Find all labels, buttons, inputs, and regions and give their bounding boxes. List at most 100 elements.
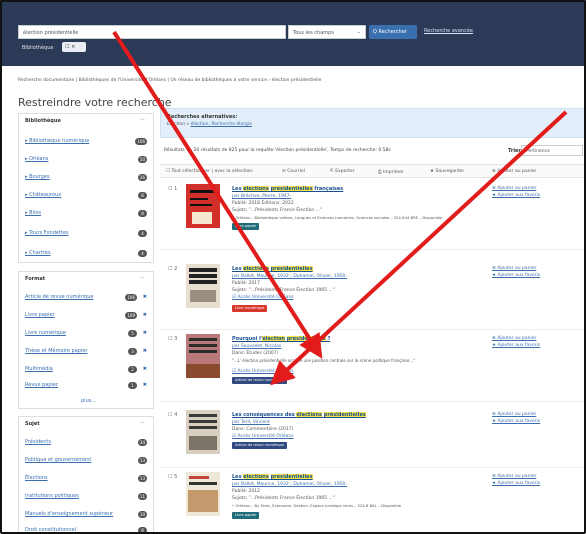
facet-count: 11 [137, 493, 147, 500]
facet-count: 109 [125, 312, 137, 319]
book-cover-image[interactable] [186, 472, 220, 516]
collapse-icon[interactable]: — [140, 275, 145, 281]
add-to-favorites-link[interactable]: ★ Ajouter aux favoris [492, 273, 540, 278]
result-title-link[interactable]: Les conséquences des élections président… [232, 412, 366, 418]
facet-item[interactable]: Multimédia [25, 366, 53, 372]
sidebar-title: Restreindre votre recherche [18, 96, 172, 109]
alternative-searches-title: Recherches alternatives: [167, 114, 238, 120]
facet-count: 8 [138, 192, 147, 199]
select-all-checkbox[interactable]: ☐ Tout sélectionner | avec la sélection: [166, 169, 254, 174]
facet-bibliotheque: Bibliothèque — ▸ Bibliothèque numérique … [18, 113, 154, 263]
facet-item[interactable]: Manuels d'enseignement supérieur [25, 511, 113, 517]
facet-item[interactable]: Politique et gouvernement [25, 457, 91, 463]
result-title-link[interactable]: Les élections présidentielles [232, 266, 313, 272]
add-to-favorites-link[interactable]: ★ Ajouter aux favoris [492, 419, 540, 424]
result-published: Publié: 2017 [232, 281, 261, 286]
add-to-cart-link[interactable]: ⊕ Ajouter au panier [492, 412, 536, 417]
add-to-cart-link[interactable]: ⊕ Ajouter au panier [492, 266, 536, 271]
add-to-favorites-link[interactable]: ★ Ajouter aux favoris [492, 343, 540, 348]
add-to-cart-button[interactable]: ⊕ Ajouter au panier [492, 169, 536, 174]
facet-item[interactable]: Droit constitutionnel [25, 527, 76, 533]
result-checkbox[interactable]: ☐ 3 [168, 336, 177, 342]
add-to-cart-link[interactable]: ⊕ Ajouter au panier [492, 474, 536, 479]
book-cover-image[interactable] [186, 410, 220, 454]
sort-select[interactable]: Pertinence [521, 145, 583, 156]
book-cover-image[interactable] [186, 334, 220, 378]
facet-item[interactable]: Élections [25, 475, 48, 481]
alternative-prefix: Election » [167, 122, 190, 127]
facet-format: Format — Article de revue numérique 106 … [18, 271, 154, 409]
facet-item[interactable]: ▸ Chartres [25, 250, 50, 256]
collapse-icon[interactable]: — [140, 117, 145, 123]
facet-header[interactable]: Format — [19, 272, 153, 286]
alternative-search-link[interactable]: élection, Recherche élargie [191, 122, 252, 127]
book-cover-image[interactable] [186, 184, 220, 228]
facet-item[interactable]: Livre papier [25, 312, 55, 318]
breadcrumb: Recherche documentaire | Bibliothèques d… [18, 78, 322, 83]
filter-chip[interactable]: ☐ × [62, 42, 86, 52]
result-author-link[interactable]: par Teril, Vincent [232, 420, 270, 425]
email-button[interactable]: ✉ Courriel [282, 169, 305, 174]
facet-item[interactable]: ▸ Tours Fondettes [25, 230, 69, 236]
result-author-link[interactable]: par Ballot, Maurice, 1932-; Duhamel, Oli… [232, 482, 347, 487]
result-author-link[interactable]: par Ballot, Maurice, 1932-; Duhamel, Oli… [232, 274, 347, 279]
search-input[interactable]: élection présidentielle [18, 25, 286, 39]
export-button[interactable]: ⇱ Exporter [330, 169, 355, 174]
add-to-cart-link[interactable]: ⊕ Ajouter au panier [492, 336, 536, 341]
result-checkbox[interactable]: ☐ 5 [168, 474, 177, 480]
more-link[interactable]: plus... [81, 398, 96, 404]
access-link[interactable]: ☑ Accès Université Orléans [232, 434, 294, 439]
add-to-favorites-link[interactable]: ★ Ajouter aux favoris [492, 193, 540, 198]
facet-count: 106 [135, 138, 147, 145]
facet-count: 2 [128, 366, 137, 373]
advanced-search-link[interactable]: Recherche avancée [424, 28, 473, 34]
result-published: Publié: 2018 Éditions: 2022 [232, 201, 294, 206]
exclude-icon[interactable]: ✖ [143, 366, 147, 372]
add-to-cart-link[interactable]: ⊕ Ajouter au panier [492, 186, 536, 191]
result-title-link[interactable]: Les élections présidentielles [232, 474, 313, 480]
facet-item[interactable]: Livre numérique [25, 330, 66, 336]
exclude-icon[interactable]: ✖ [143, 348, 147, 354]
book-cover-image[interactable] [186, 264, 220, 308]
result-author-link[interactable]: par Sauvadet, Nicolas [232, 344, 281, 349]
exclude-icon[interactable]: ✖ [143, 382, 147, 388]
facet-item[interactable]: Article de revue numérique [25, 294, 93, 300]
facet-item[interactable]: Revue papier [25, 382, 58, 388]
add-to-favorites-link[interactable]: ★ Ajouter aux favoris [492, 481, 540, 486]
access-link[interactable]: ☑ Accès Université Orléans [232, 295, 294, 300]
print-button[interactable]: ⎙ Imprimer [378, 169, 404, 175]
result-item: ☐ 1 Les élections présidentielles frança… [160, 182, 586, 250]
facet-item[interactable]: Institutions politiques [25, 493, 79, 499]
result-checkbox[interactable]: ☐ 2 [168, 266, 177, 272]
search-scope-select[interactable]: Tous les champs ⌄ [288, 25, 366, 39]
facet-header[interactable]: Sujet — [19, 417, 153, 431]
facet-item[interactable]: ▸ Châteauroux [25, 192, 61, 198]
facet-count: 26 [137, 174, 147, 181]
facet-count: 4 [138, 230, 147, 237]
result-checkbox[interactable]: ☐ 4 [168, 412, 177, 418]
result-title-link[interactable]: Pourquoi l'élection présidentielle ? [232, 336, 330, 342]
save-button[interactable]: ★ Sauvegarder [430, 169, 464, 174]
top-search-bar: élection présidentielle Tous les champs … [0, 0, 586, 66]
format-badge: Article de revue numérique [232, 377, 288, 384]
results-summary: Résultats 1 - 20 résultats de 825 pour l… [164, 148, 391, 153]
access-link[interactable]: ☑ Accès Université Orléans [232, 369, 294, 374]
facet-sujet: Sujet — Présidents 34 Politique et gouve… [18, 416, 154, 534]
alternative-searches-line: Election » élection, Recherche élargie [167, 122, 579, 127]
result-title-link[interactable]: Les élections présidentielles françaises [232, 186, 343, 192]
exclude-icon[interactable]: ✖ [143, 312, 147, 318]
facet-item[interactable]: ▸ Orléans [25, 156, 48, 162]
facet-item[interactable]: Thèse et Mémoire papier [25, 348, 87, 354]
facet-item[interactable]: ▸ Bourges [25, 174, 50, 180]
exclude-icon[interactable]: ✖ [143, 330, 147, 336]
facet-item[interactable]: Présidents [25, 439, 51, 445]
exclude-icon[interactable]: ✖ [143, 294, 147, 300]
filter-label: Bibliothèque [22, 45, 54, 51]
facet-header[interactable]: Bibliothèque — [19, 114, 153, 128]
facet-item[interactable]: ▸ Bibliothèque numérique [25, 138, 89, 144]
collapse-icon[interactable]: — [140, 420, 145, 426]
search-button[interactable]: Q Rechercher [369, 25, 417, 39]
result-author-link[interactable]: par Bréchon, Pierre, 1947- [232, 194, 291, 199]
result-checkbox[interactable]: ☐ 1 [168, 186, 177, 192]
facet-item[interactable]: ▸ Blois [25, 210, 41, 216]
